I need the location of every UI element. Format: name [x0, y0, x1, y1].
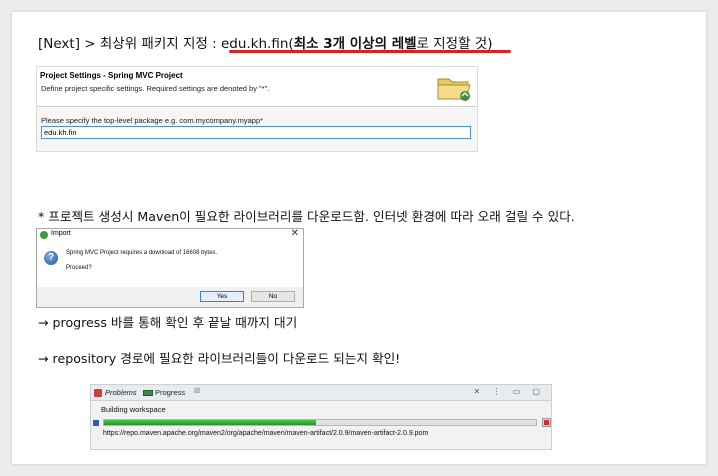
progress-view: Problems Progress ☒ ✕ ⋮ ▭ ▢ Building wor… — [90, 384, 552, 450]
job-icon — [93, 420, 99, 426]
no-button[interactable]: No — [251, 291, 295, 302]
progress-bar — [103, 419, 537, 426]
dialog-titlebar: Import ✕ — [37, 228, 303, 241]
maven-note: * 프로젝트 생성시 Maven이 필요한 라이브러리를 다운로드함. 인터넷 … — [38, 209, 575, 224]
progress-icon — [143, 390, 153, 396]
project-settings-description: Define project specific settings. Requir… — [41, 84, 270, 93]
dialog-body: ? Spring MVC Project requires a download… — [37, 241, 303, 287]
progress-wait-note: → progress 바를 통해 확인 후 끝날 때까지 대기 — [38, 315, 298, 330]
project-settings-header: Project Settings - Spring MVC Project De… — [37, 67, 477, 107]
close-icon[interactable]: ✕ — [291, 228, 299, 239]
repository-check-note: → repository 경로에 필요한 라이브러리들이 다운로드 되는지 확인… — [38, 351, 401, 366]
step-prefix: [Next] > 최상위 패키지 지정 : — [38, 36, 221, 52]
package-input[interactable]: edu.kh.fin — [41, 126, 471, 139]
step-heading: [Next] > 최상위 패키지 지정 : edu.kh.fin(최소 3개 이… — [38, 32, 493, 52]
progress-bar-fill — [104, 420, 316, 425]
question-icon: ? — [44, 251, 58, 265]
package-field-label: Please specify the top-level package e.g… — [41, 116, 264, 125]
project-settings-title: Project Settings - Spring MVC Project — [40, 71, 183, 80]
document-page: [Next] > 최상위 패키지 지정 : edu.kh.fin(최소 3개 이… — [12, 12, 706, 464]
dialog-title: Import — [51, 230, 71, 237]
cancel-job-button[interactable] — [542, 418, 551, 427]
job-name: Building workspace — [101, 405, 166, 414]
download-url: https://repo.maven.apache.org/maven2/org… — [103, 430, 429, 437]
project-settings-panel: Project Settings - Spring MVC Project De… — [36, 66, 478, 152]
red-underline — [229, 50, 511, 53]
tab-problems[interactable]: Problems — [105, 388, 137, 397]
import-dialog: Import ✕ ? Spring MVC Project requires a… — [36, 228, 304, 308]
dialog-question: Proceed? — [66, 265, 92, 271]
tab-close-icon[interactable]: ☒ — [194, 387, 200, 395]
tab-progress[interactable]: Progress — [155, 388, 185, 397]
spring-icon — [40, 231, 48, 239]
problems-icon — [94, 389, 102, 397]
view-toolbar-icons[interactable]: ✕ ⋮ ▭ ▢ — [474, 387, 546, 396]
yes-button[interactable]: Yes — [200, 291, 244, 302]
dialog-message: Spring MVC Project requires a download o… — [66, 250, 218, 256]
folder-wizard-icon — [437, 78, 471, 101]
view-tab-bar: Problems Progress ☒ ✕ ⋮ ▭ ▢ — [91, 385, 551, 401]
